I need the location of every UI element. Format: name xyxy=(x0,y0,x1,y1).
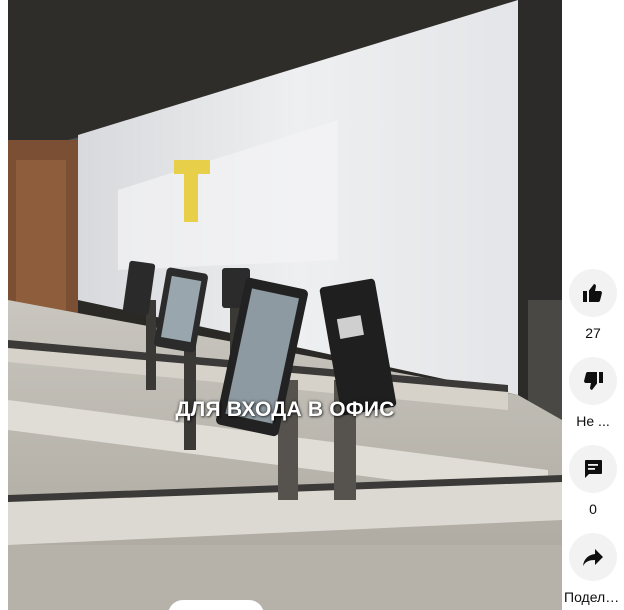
share-button[interactable] xyxy=(569,533,617,581)
like-count: 27 xyxy=(585,325,601,341)
share-icon xyxy=(583,549,603,566)
comments-action: 0 xyxy=(562,445,624,517)
like-button[interactable] xyxy=(569,269,617,317)
thumbs-up-icon xyxy=(583,284,602,302)
dislike-action: Не ... xyxy=(562,357,624,429)
like-action: 27 xyxy=(562,269,624,341)
action-bar: 27 Не ... 0 Подели... xyxy=(562,0,624,610)
thumbs-down-icon xyxy=(584,372,603,390)
dislike-button[interactable] xyxy=(569,357,617,405)
comments-button[interactable] xyxy=(569,445,617,493)
comment-icon xyxy=(585,460,602,478)
video-frame xyxy=(8,0,562,610)
video-caption: ДЛЯ ВХОДА В ОФИС xyxy=(175,398,395,421)
comments-count: 0 xyxy=(589,501,597,517)
dislike-label: Не ... xyxy=(576,413,610,429)
video-overlay-button[interactable] xyxy=(168,600,264,610)
share-label: Подели... xyxy=(564,589,624,605)
share-action: Подели... xyxy=(562,533,624,605)
video-player[interactable]: ДЛЯ ВХОДА В ОФИС xyxy=(8,0,562,610)
